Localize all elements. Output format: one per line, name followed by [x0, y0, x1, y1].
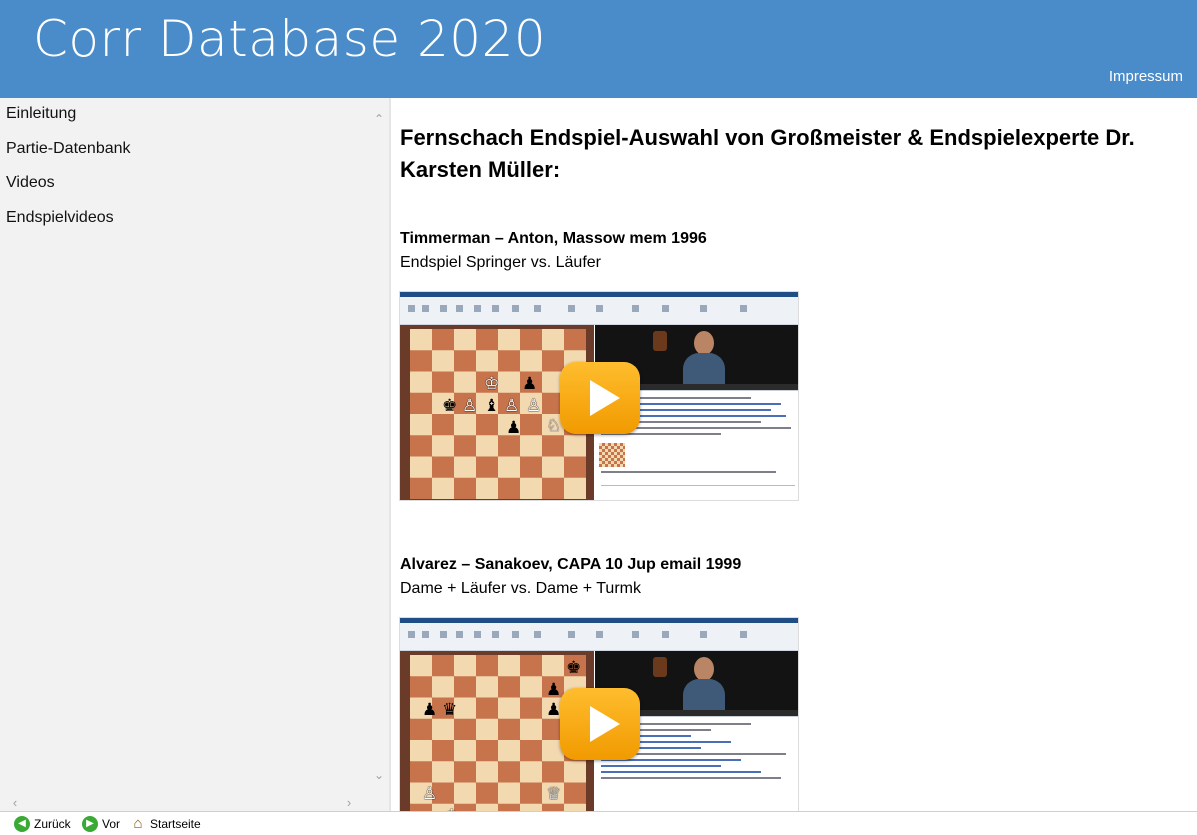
white-queen-icon: ♕ — [546, 784, 562, 803]
back-label: Zurück — [34, 817, 71, 831]
arrow-left-circle-icon: ◀ — [14, 816, 30, 832]
thumb-statue — [653, 657, 667, 677]
game-title: Alvarez – Sanakoev, CAPA 10 Jup email 19… — [400, 556, 742, 573]
black-queen-icon: ♛ — [442, 700, 458, 719]
page-heading: Fernschach Endspiel-Auswahl von Großmeis… — [400, 125, 1135, 182]
scroll-left-icon[interactable]: ‹ — [6, 794, 24, 811]
sidebar-item-videos[interactable]: Videos — [6, 174, 131, 209]
black-king-icon: ♚ — [442, 396, 458, 415]
sidebar-item-einleitung[interactable]: Einleitung — [6, 105, 131, 140]
bottom-toolbar: ◀ Zurück ▶ Vor ⌂ Startseite — [0, 811, 1197, 835]
header-banner: Corr Database 2020 Impressum — [0, 0, 1197, 98]
scroll-right-icon[interactable]: › — [340, 794, 358, 811]
game-subtitle: Endspiel Springer vs. Läufer — [400, 254, 601, 271]
black-pawn-icon: ♟ — [546, 700, 562, 719]
sidebar-vertical-scrollbar[interactable]: ⌃ ⌄ — [370, 106, 388, 788]
black-pawn-icon: ♟ — [506, 418, 522, 437]
game-subtitle: Dame + Läufer vs. Dame + Turmk — [400, 580, 641, 597]
help-viewer-window: Corr Database 2020 Impressum Einleitung … — [0, 0, 1197, 835]
white-pawn-icon: ♙ — [526, 396, 542, 415]
sidebar-item-partie-datenbank[interactable]: Partie-Datenbank — [6, 140, 131, 175]
play-icon[interactable] — [560, 688, 640, 760]
black-pawn-icon: ♟ — [522, 374, 538, 393]
sidebar-horizontal-scrollbar[interactable]: ‹ › — [0, 794, 370, 811]
black-pawn-icon: ♟ — [546, 680, 562, 699]
thumb-miniboard — [599, 443, 625, 467]
sidebar-item-endspielvideos[interactable]: Endspielvideos — [6, 209, 131, 244]
scroll-down-icon[interactable]: ⌄ — [370, 766, 388, 784]
white-pawn-icon: ♙ — [504, 396, 520, 415]
thumb-ribbon — [400, 297, 798, 325]
nav-list: Einleitung Partie-Datenbank Videos Endsp… — [6, 105, 131, 243]
home-icon: ⌂ — [133, 815, 143, 832]
white-knight-icon: ♘ — [546, 416, 562, 435]
video-thumbnail[interactable]: ♔ ♟ ♚ ♝ ♙ ♙ ♙ ♟ ♘ — [399, 291, 799, 501]
black-bishop-icon: ♝ — [484, 396, 500, 415]
video-thumbnail[interactable]: ♚ ♟ ♟ ♛ ♟ ♙ ♕ ♔ — [399, 617, 799, 811]
arrow-right-circle-icon: ▶ — [82, 816, 98, 832]
black-king-icon: ♚ — [566, 658, 582, 677]
thumb-presenter — [683, 657, 725, 711]
white-pawn-icon: ♙ — [462, 396, 478, 415]
thumb-ribbon — [400, 623, 798, 651]
content-pane: Fernschach Endspiel-Auswahl von Großmeis… — [391, 98, 1197, 811]
thumb-presenter — [683, 331, 725, 385]
forward-label: Vor — [102, 817, 121, 831]
white-pawn-icon: ♙ — [422, 784, 438, 803]
home-label: Startseite — [150, 817, 201, 831]
thumb-eval-graph — [601, 485, 795, 491]
app-title: Corr Database 2020 — [33, 10, 547, 68]
white-king-icon: ♔ — [484, 374, 500, 393]
game-title: Timmerman – Anton, Massow mem 1996 — [400, 230, 707, 247]
thumb-statue — [653, 331, 667, 351]
play-icon[interactable] — [560, 362, 640, 434]
impressum-link[interactable]: Impressum — [1109, 68, 1183, 85]
black-pawn-icon: ♟ — [422, 700, 438, 719]
scroll-up-icon[interactable]: ⌃ — [370, 110, 388, 128]
sidebar-navigation: Einleitung Partie-Datenbank Videos Endsp… — [0, 98, 389, 811]
